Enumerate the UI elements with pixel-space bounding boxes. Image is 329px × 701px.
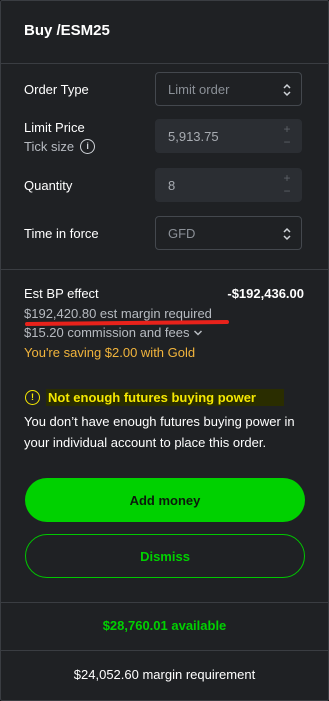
divider [1,602,328,603]
warning-banner: ! Not enough futures buying power [25,387,284,407]
divider [1,650,328,651]
warning-title: Not enough futures buying power [46,388,284,406]
commission-text: $15.20 commission and fees [24,325,190,340]
order-type-select[interactable]: Limit order [155,72,302,106]
limit-price-label: Limit Price [24,120,85,135]
quantity-input[interactable]: 8 + − [155,168,302,202]
gold-savings: You're saving $2.00 with Gold [24,345,196,360]
dismiss-button[interactable]: Dismiss [25,534,305,578]
up-down-arrows-icon [282,81,292,99]
est-bp-value: -$192,436.00 [227,286,304,301]
add-money-button[interactable]: Add money [25,478,305,522]
est-bp-label: Est BP effect [24,286,99,301]
order-header: Buy /ESM25 [1,1,328,64]
chevron-down-icon [193,325,203,340]
order-panel: Buy /ESM25 Order Type Limit order Limit … [0,0,329,701]
quantity-stepper[interactable]: + − [281,172,293,200]
limit-price-stepper[interactable]: + − [281,123,293,151]
quantity-value: 8 [168,178,176,193]
time-in-force-value: GFD [168,226,196,241]
order-title: Buy /ESM25 [24,22,110,39]
margin-requirement: $24,052.60 margin requirement [73,667,256,682]
time-in-force-label: Time in force [24,226,99,241]
quantity-label: Quantity [24,178,73,193]
up-down-arrows-icon [282,225,292,243]
order-type-label: Order Type [24,82,89,97]
order-type-value: Limit order [168,82,230,97]
warning-icon: ! [25,389,40,405]
limit-price-input[interactable]: 5,913.75 + − [155,119,302,153]
divider [1,269,328,270]
tick-size-label: Tick size i [24,139,96,154]
warning-body: You don’t have enough futures buying pow… [24,414,295,450]
time-in-force-select[interactable]: GFD [155,216,302,250]
commission-toggle[interactable]: $15.20 commission and fees [24,325,203,340]
limit-price-value: 5,913.75 [168,129,219,144]
available-buying-power: $28,760.01 available [102,618,227,633]
info-icon[interactable]: i [80,139,96,154]
tick-size-text: Tick size [24,139,75,154]
est-margin-required: $192,420.80 est margin required [24,306,212,321]
